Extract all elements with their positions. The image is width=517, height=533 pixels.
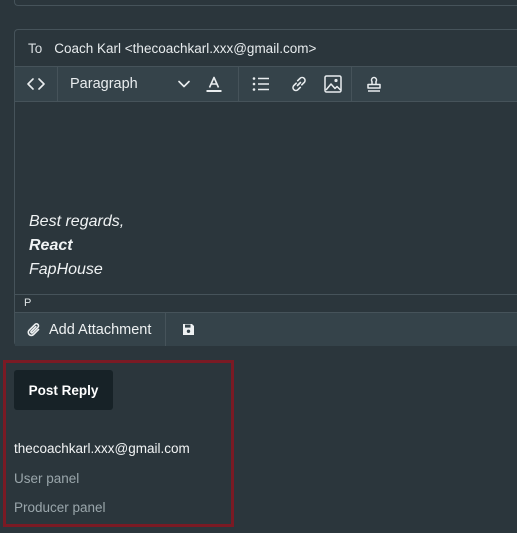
- chevron-down-icon: [178, 80, 190, 88]
- producer-panel-link[interactable]: Producer panel: [14, 500, 106, 515]
- code-icon: [27, 77, 45, 91]
- previous-panel-edge: [14, 0, 517, 6]
- save-draft-button[interactable]: [166, 313, 210, 346]
- insert-link-button[interactable]: [283, 67, 315, 101]
- page: To Coach Karl <thecoachkarl.xxx@gmail.co…: [0, 0, 517, 533]
- signature-line-name: React: [29, 237, 73, 254]
- user-panel-link[interactable]: User panel: [14, 471, 79, 486]
- text-color-icon: [205, 75, 223, 93]
- floppy-disk-icon: [182, 323, 195, 336]
- reply-composer: To Coach Karl <thecoachkarl.xxx@gmail.co…: [14, 29, 517, 346]
- format-select-value: Paragraph: [70, 76, 138, 92]
- post-reply-button[interactable]: Post Reply: [14, 370, 113, 410]
- element-path: P: [15, 294, 517, 312]
- stamp-icon: [365, 75, 383, 93]
- format-select[interactable]: Paragraph: [58, 67, 198, 101]
- add-attachment-button[interactable]: Add Attachment: [15, 313, 165, 346]
- recipient-value[interactable]: Coach Karl <thecoachkarl.xxx@gmail.com>: [54, 41, 316, 56]
- link-icon: [290, 75, 308, 93]
- account-email: thecoachkarl.xxx@gmail.com: [14, 441, 190, 456]
- bullet-list-icon: [252, 76, 270, 92]
- insert-image-button[interactable]: [315, 67, 351, 101]
- editor-toolbar: Paragraph: [15, 66, 517, 102]
- bullet-list-button[interactable]: [239, 67, 283, 101]
- to-label: To: [28, 40, 43, 56]
- image-icon: [324, 75, 342, 93]
- source-code-button[interactable]: [15, 67, 57, 101]
- add-attachment-label: Add Attachment: [49, 321, 152, 338]
- insert-stamp-button[interactable]: [352, 67, 396, 101]
- message-editor[interactable]: Best regards, React FapHouse: [15, 102, 517, 294]
- attachment-bar: Add Attachment: [15, 312, 517, 346]
- signature-line-regards: Best regards,: [29, 213, 125, 230]
- element-path-tag[interactable]: P: [24, 297, 31, 309]
- signature-line-company: FapHouse: [29, 261, 103, 278]
- paperclip-icon: [27, 322, 41, 338]
- text-color-button[interactable]: [198, 67, 230, 101]
- recipient-row: To Coach Karl <thecoachkarl.xxx@gmail.co…: [15, 30, 517, 66]
